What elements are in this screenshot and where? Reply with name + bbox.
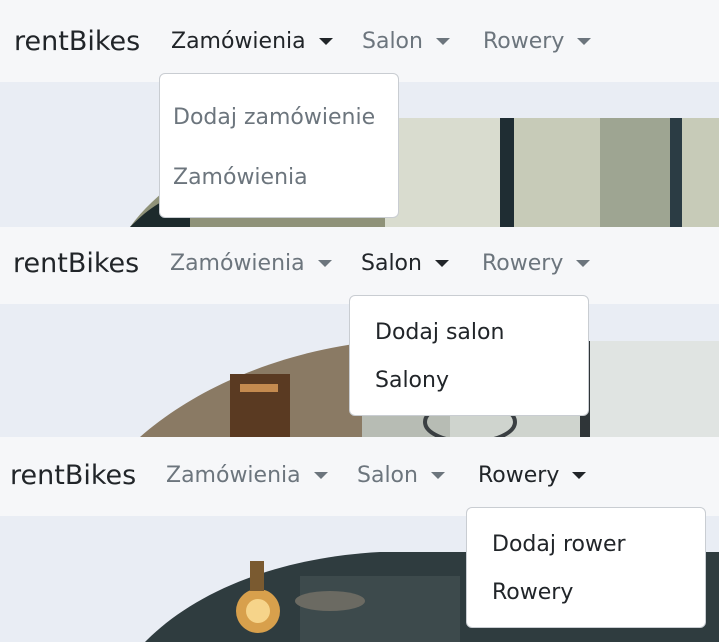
nav-bikes-label: Rowery [478,463,560,488]
caret-down-icon [572,472,587,479]
navbar: rentBikes Zamówienia Salon Rowery [0,437,719,516]
dropdown-item-add-salon[interactable]: Dodaj salon [350,320,588,345]
nav-bikes[interactable]: Rowery [478,463,587,488]
navbar: rentBikes Zamówienia Salon Rowery [0,0,719,82]
nav-bikes[interactable]: Rowery [482,251,591,276]
screenshot-panel-salon: rentBikes Zamówienia Salon Rowery Dodaj … [0,227,719,437]
caret-down-icon [434,260,449,267]
dropdown-item-salons[interactable]: Salony [350,368,588,393]
navbar: rentBikes Zamówienia Salon Rowery [0,227,719,304]
nav-orders-label: Zamówienia [171,29,306,54]
nav-salon-label: Salon [357,463,418,488]
screenshot-panel-bikes: rentBikes Zamówienia Salon Rowery Dodaj … [0,437,719,642]
salon-dropdown-menu: Dodaj salon Salony [349,295,589,416]
nav-orders[interactable]: Zamówienia [166,463,328,488]
dropdown-item-add-order[interactable]: Dodaj zamówienie [160,105,398,130]
nav-salon-label: Salon [361,251,422,276]
nav-orders-label: Zamówienia [166,463,301,488]
brand-logo[interactable]: rentBikes [10,460,136,491]
bikes-dropdown-menu: Dodaj rower Rowery [466,507,706,628]
orders-dropdown-menu: Dodaj zamówienie Zamówienia [159,73,399,218]
caret-down-icon [576,260,591,267]
caret-down-icon [318,38,333,45]
caret-down-icon [435,38,450,45]
nav-salon[interactable]: Salon [361,251,449,276]
nav-orders[interactable]: Zamówienia [170,251,332,276]
nav-salon[interactable]: Salon [357,463,445,488]
brand-logo[interactable]: rentBikes [14,26,140,57]
brand-logo[interactable]: rentBikes [13,248,139,279]
caret-down-icon [430,472,445,479]
nav-salon-label: Salon [362,29,423,54]
nav-bikes-label: Rowery [482,251,564,276]
caret-down-icon [577,38,592,45]
dropdown-item-bikes[interactable]: Rowery [467,580,705,605]
nav-orders-label: Zamówienia [170,251,305,276]
caret-down-icon [313,472,328,479]
dropdown-item-add-bike[interactable]: Dodaj rower [467,532,705,557]
caret-down-icon [317,260,332,267]
nav-salon[interactable]: Salon [362,29,450,54]
screenshot-panel-orders: rentBikes Zamówienia Salon Rowery Dodaj … [0,0,719,227]
dropdown-item-orders[interactable]: Zamówienia [160,165,398,190]
nav-orders[interactable]: Zamówienia [171,29,333,54]
nav-bikes-label: Rowery [483,29,565,54]
nav-bikes[interactable]: Rowery [483,29,592,54]
